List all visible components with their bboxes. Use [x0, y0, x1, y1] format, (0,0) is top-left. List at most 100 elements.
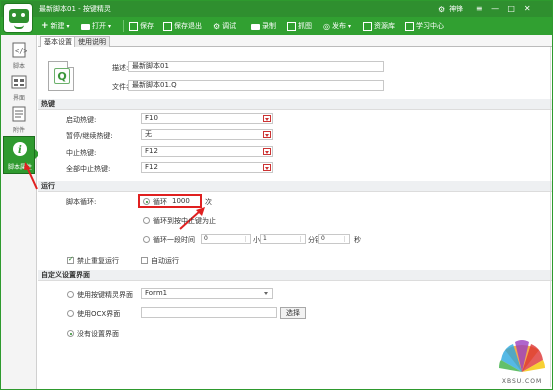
- chevron-down-icon[interactable]: [263, 164, 271, 171]
- loop-timed-radio[interactable]: [143, 236, 150, 243]
- no-repeat-label: 禁止重复运行: [77, 257, 119, 265]
- start-hotkey-label: 启动热键:: [66, 116, 97, 124]
- script-icon: </>: [12, 42, 27, 58]
- panel-border: [550, 47, 551, 387]
- use-wizard-ui-label: 使用按键精灵界面: [77, 291, 133, 299]
- fan-logo-icon: [499, 340, 545, 372]
- stop-hotkey-select[interactable]: F12: [141, 146, 273, 157]
- image-icon: [287, 21, 296, 31]
- stop-all-hotkey-value: F12: [145, 163, 158, 171]
- plus-icon: +: [41, 21, 49, 31]
- learn-label: 学习中心: [416, 22, 444, 30]
- hours-value: 0: [204, 235, 208, 242]
- watermark-text: XBSU.COM: [501, 378, 543, 385]
- spinner-icon[interactable]: [300, 236, 304, 242]
- chevron-down-icon[interactable]: [263, 148, 271, 155]
- chevron-down-icon: ▾: [108, 22, 112, 30]
- chevron-down-icon[interactable]: [263, 290, 271, 297]
- annotation-arrow: [24, 162, 38, 190]
- run-heading: 运行: [38, 181, 552, 192]
- file-icon: [12, 106, 26, 122]
- chevron-down-icon[interactable]: [263, 115, 271, 122]
- seconds-value: 0: [321, 235, 325, 242]
- open-button[interactable]: 打开 ▾: [81, 20, 111, 32]
- chevron-down-icon: ▾: [347, 22, 351, 30]
- loop-until-stop-radio[interactable]: [143, 217, 150, 224]
- sidebar-item-label: 附件: [12, 127, 25, 134]
- debug-label: 调试: [222, 22, 237, 30]
- minimize-button[interactable]: —: [489, 3, 501, 15]
- spinner-icon[interactable]: [245, 236, 249, 242]
- resources-button[interactable]: 资源库: [363, 20, 395, 32]
- stop-hotkey-label: 中止热键:: [66, 149, 97, 157]
- record-button[interactable]: 录制: [251, 20, 276, 32]
- publish-label: 发布: [331, 22, 346, 30]
- sidebar-item-ui[interactable]: 界面: [3, 71, 35, 105]
- tab-basic-settings[interactable]: 基本设置: [40, 36, 76, 47]
- sidebar-item-attachment[interactable]: 附件: [3, 103, 35, 137]
- globe-icon: ◎: [323, 21, 330, 31]
- capture-button[interactable]: 抓图: [287, 20, 312, 32]
- toolbar-divider: [123, 20, 124, 32]
- no-ui-radio[interactable]: [67, 330, 74, 337]
- new-label: 新建: [50, 22, 65, 30]
- settings-icon[interactable]: ⚙: [438, 5, 445, 14]
- stop-all-hotkey-label: 全部中止热键:: [66, 165, 111, 173]
- save-exit-icon: [163, 21, 172, 31]
- pause-hotkey-select[interactable]: 无: [141, 129, 273, 140]
- robot-face-icon: [9, 9, 29, 23]
- folder-icon: [81, 24, 90, 30]
- publish-button[interactable]: ◎ 发布 ▾: [323, 20, 351, 32]
- video-icon: [251, 24, 260, 30]
- package-icon: [363, 21, 372, 31]
- form-select[interactable]: Form1: [141, 288, 273, 299]
- window-grid-icon: [11, 75, 27, 89]
- tab-bar: 基本设置 使用说明: [38, 35, 552, 47]
- use-ocx-ui-label: 使用OCX界面: [77, 310, 121, 318]
- description-field[interactable]: 最新脚本01: [128, 61, 384, 72]
- auto-run-label: 自动运行: [151, 257, 179, 265]
- close-button[interactable]: ✕: [521, 3, 533, 15]
- auto-run-checkbox[interactable]: [141, 257, 148, 264]
- save-icon: [129, 21, 138, 31]
- learn-button[interactable]: 学习中心: [405, 20, 444, 32]
- title-bar: 最新脚本01 - 按键精灵 ⚙ 神锋 ≡ — □ ✕: [1, 1, 552, 17]
- book-icon: [405, 21, 414, 31]
- save-exit-button[interactable]: 保存退出: [163, 20, 202, 32]
- stop-hotkey-value: F12: [145, 147, 158, 155]
- loop-unit-label: 次: [205, 198, 212, 206]
- new-button[interactable]: + 新建 ▾: [41, 20, 70, 32]
- no-ui-label: 没有设置界面: [77, 330, 119, 338]
- annotation-highlight-box: [138, 194, 202, 208]
- tab-instructions[interactable]: 使用说明: [74, 36, 110, 47]
- chevron-down-icon: ▾: [66, 22, 70, 30]
- maximize-button[interactable]: □: [505, 3, 517, 15]
- robot-eye-icon: [21, 13, 25, 17]
- app-logo: [3, 3, 33, 33]
- choose-button[interactable]: 选择: [280, 307, 306, 319]
- filename-field[interactable]: 最新脚本01.Q: [128, 80, 384, 91]
- use-wizard-ui-radio[interactable]: [67, 291, 74, 298]
- minutes-input[interactable]: 1: [260, 234, 306, 244]
- spinner-icon[interactable]: [344, 236, 348, 242]
- sidebar-item-script[interactable]: </> 脚本: [3, 39, 35, 73]
- chevron-down-icon[interactable]: [263, 131, 271, 138]
- debug-button[interactable]: ⚙ 调试: [213, 20, 236, 32]
- hours-input[interactable]: 0: [201, 234, 251, 244]
- user-label[interactable]: 神锋: [449, 4, 469, 14]
- info-icon: i: [13, 142, 27, 156]
- start-hotkey-select[interactable]: F10: [141, 113, 273, 124]
- no-repeat-checkbox[interactable]: [67, 255, 74, 264]
- sidebar-item-label: 界面: [12, 95, 25, 102]
- menu-icon[interactable]: ≡: [473, 3, 485, 15]
- save-exit-label: 保存退出: [174, 22, 202, 30]
- gear-icon: ⚙: [213, 21, 221, 31]
- save-button[interactable]: 保存: [129, 20, 154, 32]
- page-fold: [67, 61, 74, 68]
- seconds-input[interactable]: 0: [318, 234, 350, 244]
- resources-label: 资源库: [374, 22, 395, 30]
- ocx-path-field[interactable]: [141, 307, 277, 318]
- app-window: 最新脚本01 - 按键精灵 ⚙ 神锋 ≡ — □ ✕ + 新建 ▾ 打开 ▾ 保…: [0, 0, 553, 390]
- use-ocx-ui-radio[interactable]: [67, 310, 74, 317]
- stop-all-hotkey-select[interactable]: F12: [141, 162, 273, 173]
